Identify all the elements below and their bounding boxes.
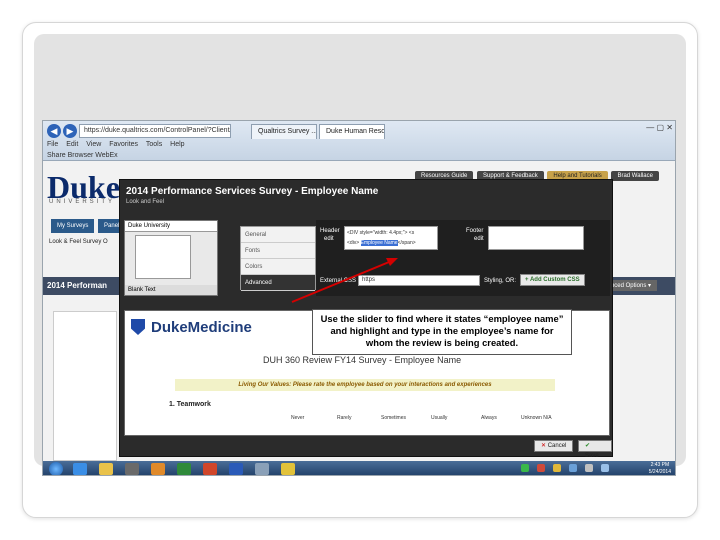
excel-taskbar-icon[interactable] xyxy=(177,463,191,475)
header-code-suffix: </span> xyxy=(397,240,416,246)
menu-colors[interactable]: Colors xyxy=(241,259,315,275)
cancel-label: Cancel xyxy=(547,443,567,449)
menu-help[interactable]: Help xyxy=(170,141,184,148)
address-bar[interactable]: https://duke.qualtrics.com/ControlPanel/… xyxy=(79,124,231,138)
dialog-subtitle: Look and Feel xyxy=(126,199,165,205)
screenshot: ◀ ▶ https://duke.qualtrics.com/ControlPa… xyxy=(42,120,676,476)
scale-unknown: Unknown N/A xyxy=(521,415,552,421)
instruction-callout: Use the slider to find where it states “… xyxy=(312,309,572,355)
add-custom-css-label: Add Custom CSS xyxy=(529,277,580,283)
save-icon: ✔ xyxy=(585,443,591,449)
footer-edit-link[interactable]: edit xyxy=(474,236,484,242)
header-code-prefix: <div> xyxy=(347,240,361,246)
menu-tools[interactable]: Tools xyxy=(146,141,162,148)
survey-name-heading: DUH 360 Review FY14 Survey - Employee Na… xyxy=(263,355,462,365)
clock-time: 2:43 PM xyxy=(650,462,670,468)
cancel-icon: ✕ xyxy=(541,443,547,449)
start-button-icon[interactable] xyxy=(49,462,63,475)
menu-view[interactable]: View xyxy=(86,141,101,148)
question-pane xyxy=(53,311,117,461)
media-taskbar-icon[interactable] xyxy=(125,463,139,475)
clock-date: 5/24/2014 xyxy=(648,469,671,475)
footer-code-field[interactable] xyxy=(488,226,584,250)
ie-taskbar-icon[interactable] xyxy=(73,463,87,475)
look-feel-tool[interactable]: Look & Feel xyxy=(49,239,81,245)
duke-university-text: UNIVERSITY xyxy=(49,199,116,205)
settings-menu: General Fonts Colors Advanced xyxy=(240,226,316,291)
favorites-bar[interactable]: Share Browser WebEx xyxy=(47,152,118,159)
explorer-taskbar-icon[interactable] xyxy=(99,463,113,475)
cancel-button[interactable]: ✕ Cancel xyxy=(534,440,574,452)
user-menu[interactable]: Brad Wallace xyxy=(611,171,659,181)
theme-selector[interactable]: Duke University Blank Text xyxy=(124,220,218,296)
styling-or-text: Styling, OR: xyxy=(484,278,517,284)
menu-favorites[interactable]: Favorites xyxy=(109,141,138,148)
tray-icon[interactable] xyxy=(537,464,545,472)
external-css-label: External CSS xyxy=(320,278,357,284)
scale-usually: Usually xyxy=(431,415,448,421)
advanced-panel: Header edit <DIV style="width: 4.4px;"> … xyxy=(316,220,610,296)
tab-duke-hr[interactable]: Duke Human Reso... xyxy=(319,124,385,139)
header-label: Header xyxy=(320,228,340,234)
theme-name[interactable]: Duke University xyxy=(125,221,217,232)
browser-toolbar: ◀ ▶ https://duke.qualtrics.com/ControlPa… xyxy=(43,121,675,161)
menu-fonts[interactable]: Fonts xyxy=(241,243,315,259)
scale-always: Always xyxy=(481,415,497,421)
windows-taskbar: 2:43 PM 5/24/2014 xyxy=(43,461,675,475)
tab-qualtrics[interactable]: Qualtrics Survey ... xyxy=(251,124,317,139)
scale-sometimes: Sometimes xyxy=(381,415,407,421)
dialog-title: 2014 Performance Services Survey - Emplo… xyxy=(126,186,379,197)
menu-advanced[interactable]: Advanced xyxy=(241,275,315,291)
save-button[interactable]: ✔ Save xyxy=(578,440,612,459)
scale-never: Never xyxy=(291,415,305,421)
header-code-field[interactable]: <DIV style="width: 4.4px;"> <s <div> Emp… xyxy=(344,226,438,250)
back-icon[interactable]: ◀ xyxy=(47,124,61,138)
header-code-line-1: <DIV style="width: 4.4px;"> <s xyxy=(347,230,415,236)
duke-medicine-shield-icon xyxy=(131,319,145,335)
outlook-taskbar-icon[interactable] xyxy=(151,463,165,475)
window-controls[interactable]: — ▢ ✕ xyxy=(646,123,673,132)
template-selector[interactable]: Blank Text xyxy=(125,285,217,295)
forward-icon[interactable]: ▶ xyxy=(63,124,77,138)
add-custom-css-button[interactable]: + Add Custom CSS xyxy=(520,274,585,286)
network-taskbar-icon[interactable] xyxy=(255,463,269,475)
survey-options-tool[interactable]: Survey O xyxy=(83,239,108,245)
tray-icon[interactable] xyxy=(569,464,577,472)
volume-icon[interactable] xyxy=(601,464,609,472)
menu-general[interactable]: General xyxy=(241,227,315,243)
duke-medicine-brand: DukeMedicine xyxy=(151,319,252,336)
tray-icon[interactable] xyxy=(585,464,593,472)
taskbar-clock[interactable]: 2:43 PM 5/24/2014 xyxy=(648,462,671,475)
menu-bar: File Edit View Favorites Tools Help xyxy=(47,141,191,148)
header-edit-link[interactable]: edit xyxy=(324,236,334,242)
folder-taskbar-icon[interactable] xyxy=(281,463,295,475)
address-row: ◀ ▶ https://duke.qualtrics.com/ControlPa… xyxy=(43,123,675,139)
footer-label: Footer xyxy=(466,228,484,234)
highlighted-employee-name: Employee Name xyxy=(360,240,398,246)
scale-rarely: Rarely xyxy=(337,415,352,421)
powerpoint-taskbar-icon[interactable] xyxy=(203,463,217,475)
menu-edit[interactable]: Edit xyxy=(66,141,78,148)
menu-file[interactable]: File xyxy=(47,141,58,148)
living-values-instruction: Living Our Values: Please rate the emplo… xyxy=(175,379,555,391)
word-taskbar-icon[interactable] xyxy=(229,463,243,475)
theme-thumbnail xyxy=(135,235,191,279)
tab-my-surveys[interactable]: My Surveys xyxy=(51,219,95,233)
question-teamwork: 1. Teamwork xyxy=(169,401,211,408)
tray-icon[interactable] xyxy=(553,464,561,472)
save-label: Save xyxy=(585,453,599,459)
tray-icon[interactable] xyxy=(521,464,529,472)
external-css-input[interactable]: https xyxy=(358,275,480,286)
header-code-line-2: <div> Employee Name</span> xyxy=(347,238,435,248)
